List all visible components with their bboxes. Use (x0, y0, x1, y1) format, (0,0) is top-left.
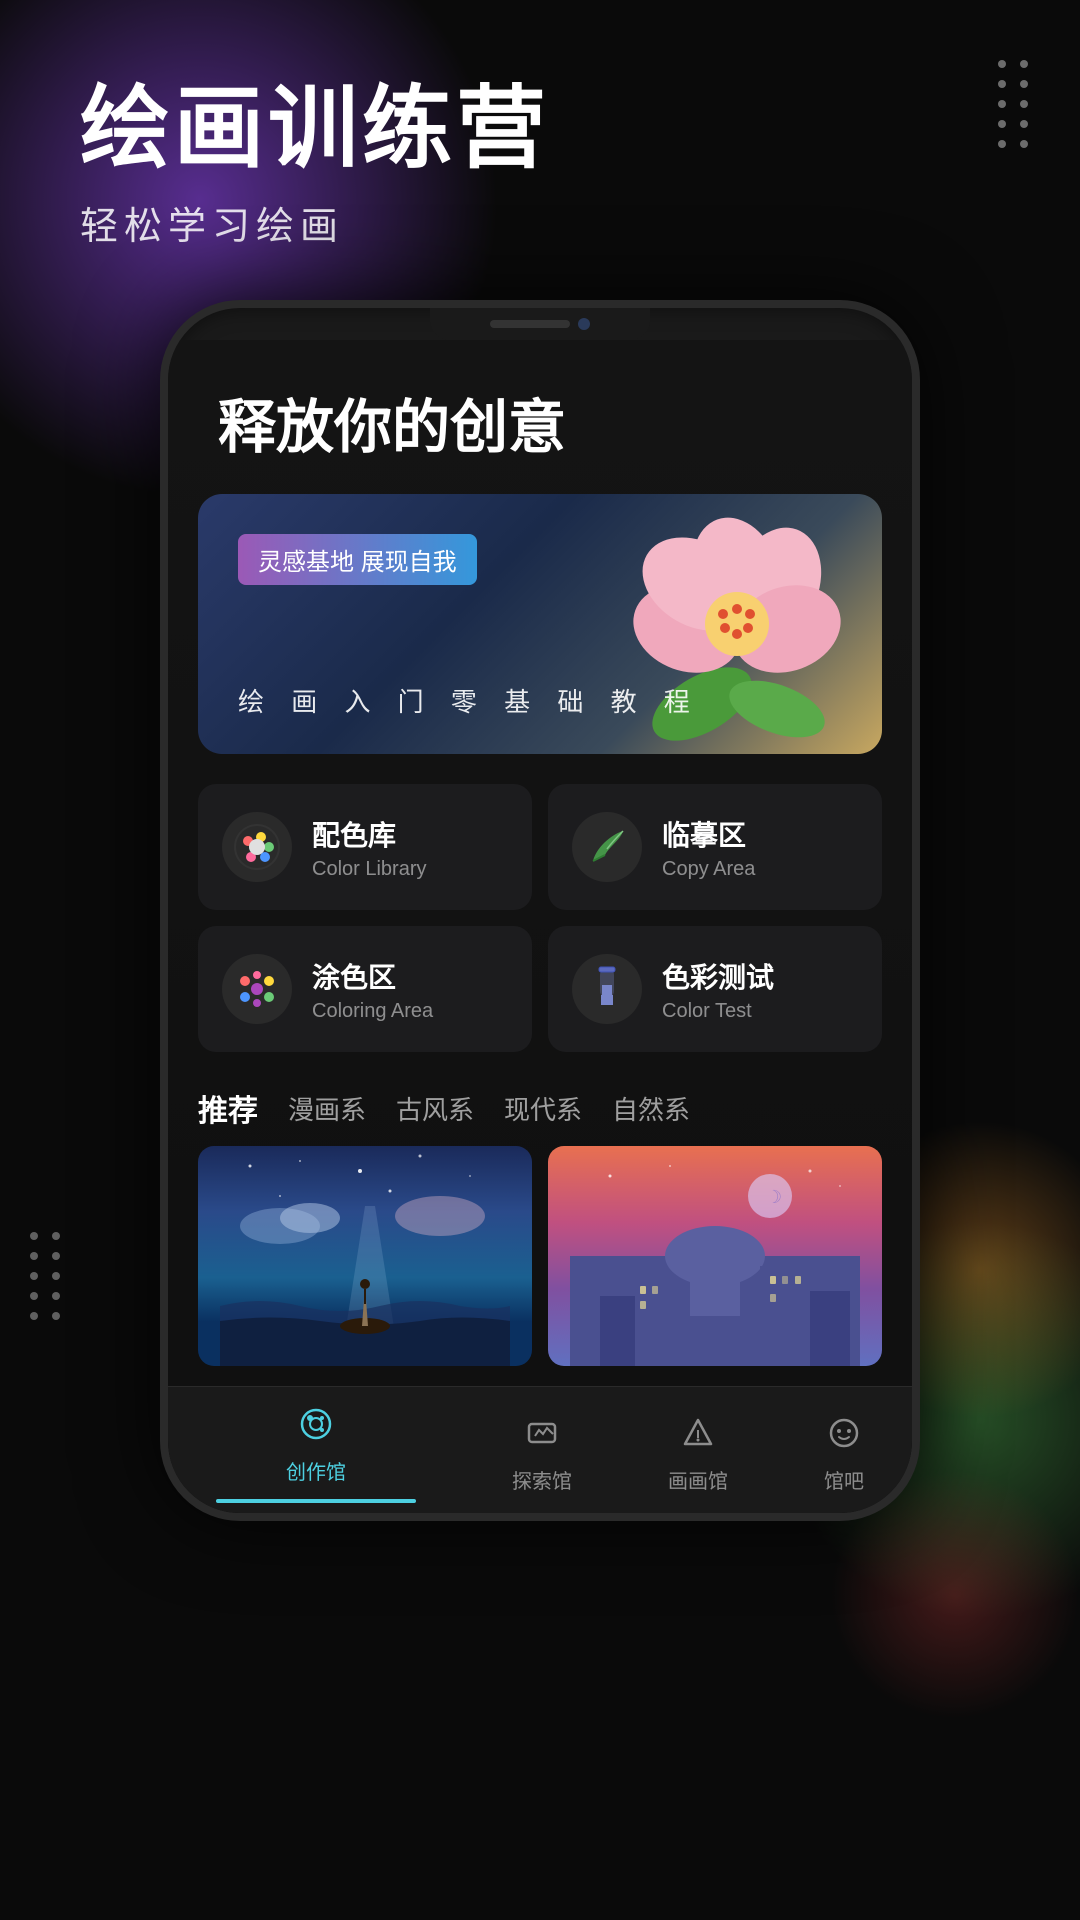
phone-hero-text: 释放你的创意 (168, 340, 912, 484)
banner-tag: 灵感基地 展现自我 (238, 534, 477, 585)
nav-item-paint[interactable]: 画画馆 (668, 1416, 728, 1494)
header: 绘画训练营 轻松学习绘画 (0, 0, 1080, 270)
feature-color-library-name: 配色库 (312, 814, 508, 854)
nav-explore-label: 探索馆 (512, 1465, 572, 1494)
feature-copy-area[interactable]: 临摹区 Copy Area (548, 784, 882, 910)
notch-camera (578, 318, 590, 330)
gallery-item-ocean[interactable] (198, 1146, 532, 1366)
nav-bar-icon (827, 1416, 861, 1459)
feather-icon (572, 812, 642, 882)
category-tab-0[interactable]: 漫画系 (288, 1090, 366, 1127)
app-title: 绘画训练营 (80, 80, 1000, 179)
svg-text:☽: ☽ (766, 1187, 782, 1207)
banner-bottom-text: 绘 画 入 门 零 基 础 教 程 (238, 682, 700, 719)
palette-icon (222, 812, 292, 882)
feature-copy-area-name: 临摹区 (662, 814, 858, 854)
gallery-item-city[interactable]: ☽ (548, 1146, 882, 1366)
category-tab-1[interactable]: 古风系 (396, 1090, 474, 1127)
phone-wrapper: 释放你的创意 灵感基地 展现自我 (0, 300, 1080, 1521)
gallery-grid: ☽ (168, 1146, 912, 1386)
category-tab-2[interactable]: 现代系 (504, 1090, 582, 1127)
nav-paint-icon (681, 1416, 715, 1459)
feature-coloring-area[interactable]: 涂色区 Coloring Area (198, 926, 532, 1052)
nav-item-explore[interactable]: 探索馆 (512, 1416, 572, 1494)
nav-bar-label: 馆吧 (824, 1465, 864, 1494)
nav-explore-icon (525, 1416, 559, 1459)
nav-paint-label: 画画馆 (668, 1465, 728, 1494)
nav-item-creator[interactable]: 创作馆 (216, 1407, 416, 1503)
app-subtitle: 轻松学习绘画 (80, 195, 1000, 250)
nav-creator-icon (299, 1407, 333, 1450)
features-grid: 配色库 Color Library 临摹区 (168, 774, 912, 1062)
phone-notch (430, 308, 650, 340)
phone-frame: 释放你的创意 灵感基地 展现自我 (160, 300, 920, 1521)
nav-item-bar[interactable]: 馆吧 (824, 1416, 864, 1494)
feature-coloring-area-name: 涂色区 (312, 956, 508, 996)
feature-color-test-name: 色彩测试 (662, 956, 858, 996)
bottom-navigation: 创作馆 探索馆 (168, 1386, 912, 1513)
category-tabs: 推荐 漫画系 古风系 现代系 自然系 (168, 1062, 912, 1146)
category-tab-3[interactable]: 自然系 (612, 1090, 690, 1127)
feature-color-test[interactable]: 色彩测试 Color Test (548, 926, 882, 1052)
category-label: 推荐 (198, 1086, 258, 1130)
sparkles-icon (222, 954, 292, 1024)
notch-speaker (490, 320, 570, 328)
nav-creator-label: 创作馆 (286, 1456, 346, 1485)
phone-screen: 释放你的创意 灵感基地 展现自我 (168, 340, 912, 1513)
feature-color-library[interactable]: 配色库 Color Library (198, 784, 532, 910)
feature-color-test-desc: Color Test (662, 1000, 858, 1023)
nav-active-indicator (216, 1499, 416, 1503)
feature-copy-area-desc: Copy Area (662, 858, 858, 881)
feature-color-library-desc: Color Library (312, 858, 508, 881)
test-tube-icon (572, 954, 642, 1024)
banner-card[interactable]: 灵感基地 展现自我 (198, 494, 882, 754)
feature-coloring-area-desc: Coloring Area (312, 1000, 508, 1023)
